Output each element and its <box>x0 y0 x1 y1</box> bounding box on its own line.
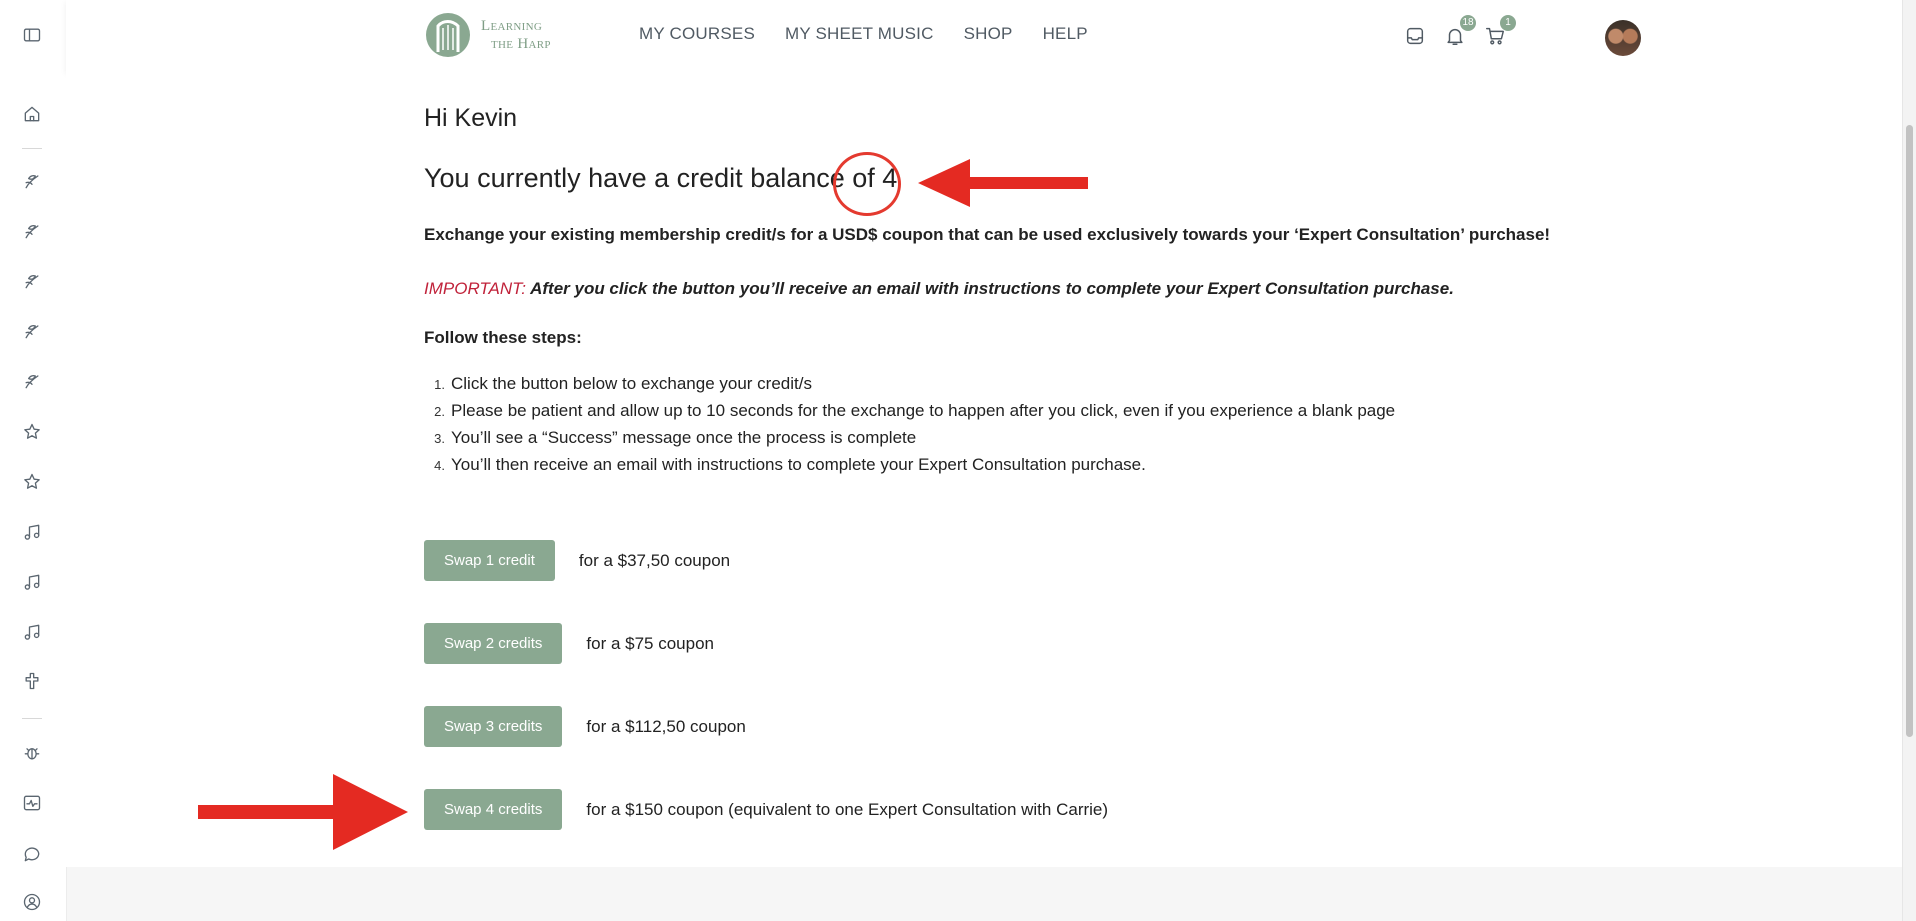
home-icon[interactable] <box>21 103 43 125</box>
step-number: 3. <box>434 431 445 446</box>
top-header: Learning the Harp MY COURSES MY SHEET MU… <box>66 0 1902 72</box>
music-note-icon[interactable] <box>21 621 43 643</box>
notifications-bell-icon[interactable]: 18 <box>1442 15 1476 49</box>
list-item: 2. Please be patient and allow up to 10 s… <box>424 397 1395 424</box>
important-label: IMPORTANT: <box>424 279 526 298</box>
course-icon[interactable] <box>21 320 43 342</box>
harp-logo-icon <box>426 13 470 57</box>
avatar[interactable] <box>1605 20 1641 56</box>
music-note-icon[interactable] <box>21 571 43 593</box>
logo-wordmark: Learning the Harp <box>481 17 551 53</box>
cross-icon[interactable] <box>21 670 43 692</box>
list-item: 1. Click the button below to exchange you… <box>424 370 1395 397</box>
steps-list: 1. Click the button below to exchange you… <box>424 370 1395 478</box>
swap-2-credits-button[interactable]: Swap 2 credits <box>424 623 563 664</box>
step-text: You’ll see a “Success” message once the … <box>451 428 917 447</box>
sidebar-divider <box>22 718 42 719</box>
step-number: 4. <box>434 458 445 473</box>
swap-row-1: Swap 1 credit for a $37,50 coupon <box>424 540 730 581</box>
swap-2-description: for a $75 coupon <box>586 633 714 653</box>
site-logo[interactable]: Learning the Harp <box>423 12 551 58</box>
sidebar-toggle-icon[interactable] <box>21 24 43 46</box>
chat-icon[interactable] <box>21 843 43 865</box>
step-number: 1. <box>434 377 445 392</box>
nav-shop[interactable]: SHOP <box>964 24 1013 44</box>
step-text: Please be patient and allow up to 10 sec… <box>451 401 1396 420</box>
swap-3-description: for a $112,50 coupon <box>586 716 746 736</box>
swap-4-description: for a $150 coupon (equivalent to one Exp… <box>586 799 1109 819</box>
nav-my-courses[interactable]: MY COURSES <box>639 24 755 44</box>
user-icon[interactable] <box>21 891 43 913</box>
cart-icon[interactable]: 1 <box>1482 15 1516 49</box>
swap-row-4: Swap 4 credits for a $150 coupon (equiva… <box>424 789 1108 830</box>
nav-help[interactable]: HELP <box>1043 24 1088 44</box>
course-icon[interactable] <box>21 370 43 392</box>
credit-balance-text: You currently have a credit balance of 4 <box>424 163 898 193</box>
scrollbar-thumb[interactable] <box>1906 125 1913 737</box>
swap-3-credits-button[interactable]: Swap 3 credits <box>424 706 563 747</box>
step-text: You’ll then receive an email with instru… <box>451 455 1146 474</box>
list-item: 4. You’ll then receive an email with inst… <box>424 451 1395 478</box>
main-nav: MY COURSES MY SHEET MUSIC SHOP HELP <box>639 24 1088 44</box>
star-icon[interactable] <box>21 421 43 443</box>
exchange-description: Exchange your existing membership credit… <box>424 225 1551 244</box>
step-text: Click the button below to exchange your … <box>451 374 812 393</box>
swap-row-3: Swap 3 credits for a $112,50 coupon <box>424 706 746 747</box>
greeting: Hi Kevin <box>424 104 518 132</box>
highlight-circle <box>833 152 901 216</box>
steps-title: Follow these steps: <box>424 328 582 347</box>
left-sidebar <box>0 0 67 921</box>
logo-line-1: Learning <box>481 18 543 34</box>
list-item: 3. You’ll see a “Success” message once th… <box>424 424 1395 451</box>
cart-badge: 1 <box>1500 15 1516 31</box>
music-note-icon[interactable] <box>21 521 43 543</box>
main-panel: Hi Kevin You currently have a credit bal… <box>66 72 1902 867</box>
swap-1-credit-button[interactable]: Swap 1 credit <box>424 540 555 581</box>
bug-icon[interactable] <box>21 742 43 764</box>
notifications-badge: 18 <box>1460 15 1476 31</box>
activity-icon[interactable] <box>21 792 43 814</box>
course-icon[interactable] <box>21 270 43 292</box>
course-icon[interactable] <box>21 170 43 192</box>
swap-row-2: Swap 2 credits for a $75 coupon <box>424 623 714 664</box>
step-number: 2. <box>434 404 445 419</box>
swap-1-description: for a $37,50 coupon <box>578 550 731 570</box>
swap-4-credits-button[interactable]: Swap 4 credits <box>424 789 563 830</box>
nav-my-sheet-music[interactable]: MY SHEET MUSIC <box>785 24 934 44</box>
course-icon[interactable] <box>21 220 43 242</box>
logo-line-2: the Harp <box>491 36 551 52</box>
sidebar-divider <box>22 148 42 149</box>
inbox-icon[interactable] <box>1402 23 1428 49</box>
star-icon[interactable] <box>21 471 43 493</box>
important-notice: IMPORTANT: After you click the button yo… <box>424 279 1454 299</box>
important-text: After you click the button you’ll receiv… <box>526 279 1454 298</box>
